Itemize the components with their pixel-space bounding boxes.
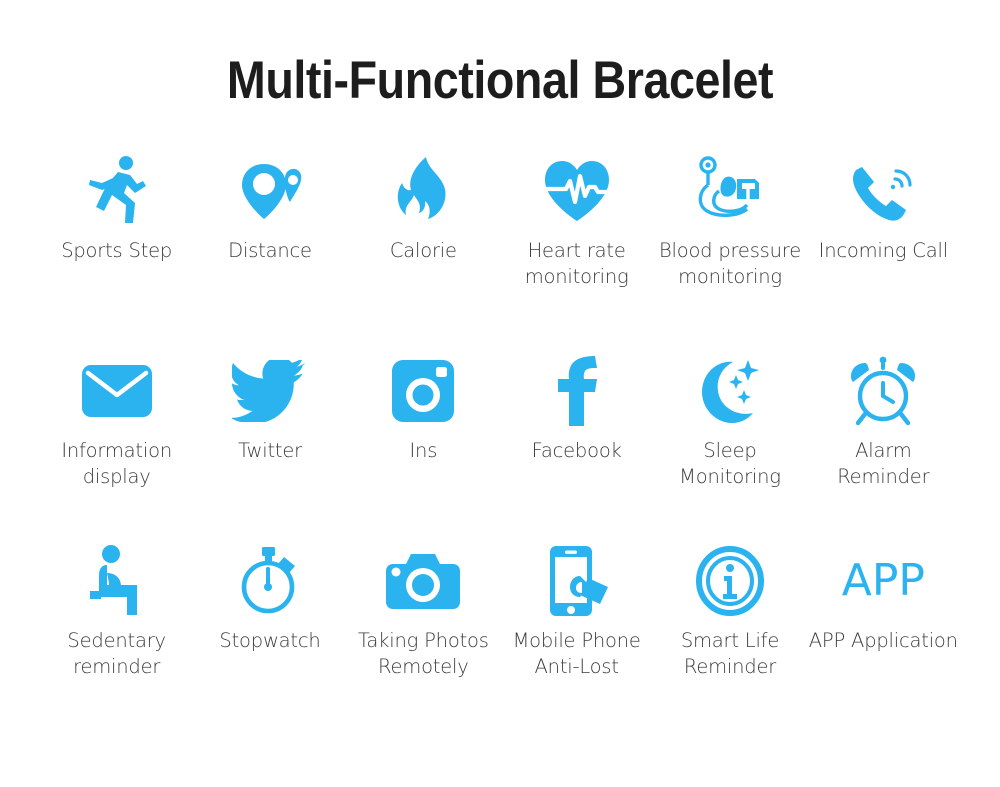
feature-label: Twitter — [238, 439, 302, 462]
feature-item-mobile-anti-lost[interactable]: Mobile Phone Anti-Lost — [500, 542, 653, 679]
feature-label: Facebook — [531, 439, 622, 462]
feature-item-incoming-call[interactable]: Incoming Call — [807, 152, 960, 264]
feature-label: Ins — [409, 439, 438, 462]
feature-label: Stopwatch — [219, 629, 321, 652]
feature-item-sports-step[interactable]: Sports Step — [40, 152, 193, 264]
feature-item-information-display[interactable]: Information display — [40, 352, 193, 489]
feature-row: Sports Step Distance Calorie Heart rate … — [40, 152, 960, 352]
heart-pulse-icon — [541, 152, 613, 230]
feature-item-distance[interactable]: Distance — [193, 152, 346, 264]
feature-label: Sports Step — [61, 239, 173, 262]
incoming-call-icon — [848, 152, 918, 230]
feature-label: Incoming Call — [818, 239, 948, 262]
feature-item-smart-life-reminder[interactable]: Smart Life Reminder — [653, 542, 806, 679]
feature-label: Calorie — [389, 239, 457, 262]
facebook-f-icon — [555, 352, 599, 430]
feature-item-alarm-reminder[interactable]: Alarm Reminder — [807, 352, 960, 489]
feature-item-heart-rate[interactable]: Heart rate monitoring — [500, 152, 653, 289]
blood-pressure-monitor-icon — [693, 152, 767, 230]
phone-tag-icon — [542, 542, 612, 620]
feature-item-sedentary-reminder[interactable]: Sedentary reminder — [40, 542, 193, 679]
seated-person-icon — [87, 542, 147, 620]
app-text-icon: APP — [842, 542, 925, 620]
flame-icon — [395, 152, 451, 230]
twitter-bird-icon — [231, 352, 308, 430]
envelope-icon — [80, 352, 154, 430]
feature-item-taking-photos[interactable]: Taking Photos Remotely — [347, 542, 500, 679]
feature-item-instagram[interactable]: Ins — [347, 352, 500, 464]
feature-item-app-application[interactable]: APP APP Application — [807, 542, 960, 654]
feature-label: Sleep Monitoring — [679, 439, 781, 488]
feature-label: Mobile Phone Anti-Lost — [512, 629, 641, 678]
alarm-clock-icon — [847, 352, 919, 430]
page-title: Multi-Functional Bracelet — [226, 51, 774, 110]
camera-icon — [385, 542, 461, 620]
feature-label: Sedentary reminder — [67, 629, 166, 678]
feature-row: Sedentary reminder Stopwatch Taking Phot… — [40, 542, 960, 722]
feature-item-calorie[interactable]: Calorie — [347, 152, 500, 264]
feature-item-stopwatch[interactable]: Stopwatch — [193, 542, 346, 654]
feature-label: Blood pressure monitoring — [658, 239, 801, 288]
feature-label: Distance — [228, 239, 312, 262]
feature-label: Smart Life Reminder — [680, 629, 780, 678]
feature-label: Alarm Reminder — [837, 439, 930, 488]
feature-label: Heart rate monitoring — [524, 239, 629, 288]
feature-row: Information display Twitter Ins Facebook… — [40, 352, 960, 542]
feature-item-twitter[interactable]: Twitter — [193, 352, 346, 464]
feature-item-blood-pressure[interactable]: Blood pressure monitoring — [653, 152, 806, 289]
moon-stars-icon — [696, 352, 764, 430]
feature-grid: Sports Step Distance Calorie Heart rate … — [40, 152, 960, 722]
stopwatch-icon — [238, 542, 302, 620]
info-circle-icon — [695, 542, 764, 620]
feature-item-facebook[interactable]: Facebook — [500, 352, 653, 464]
feature-label: Information display — [61, 439, 172, 488]
feature-label: Taking Photos Remotely — [357, 629, 489, 678]
feature-poster: Multi-Functional Bracelet Sports Step Di… — [0, 0, 1000, 787]
location-pin-icon — [235, 152, 305, 230]
instagram-camera-icon — [391, 352, 455, 430]
running-person-icon — [85, 152, 149, 230]
feature-label: APP Application — [808, 629, 958, 652]
app-text-label: APP — [841, 555, 925, 606]
feature-item-sleep-monitoring[interactable]: Sleep Monitoring — [653, 352, 806, 489]
